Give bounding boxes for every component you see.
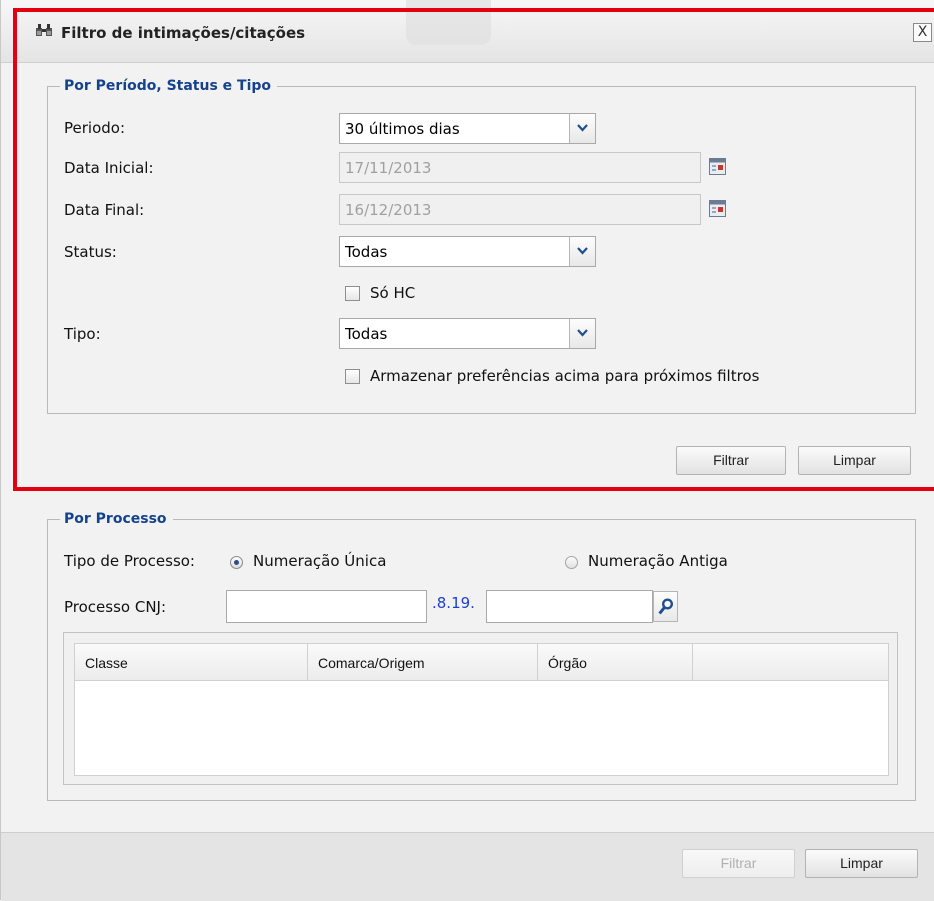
status-select[interactable]: Todas	[339, 236, 596, 267]
data-final-label: Data Final:	[64, 201, 145, 219]
grid-column-classe-label: Classe	[85, 655, 128, 671]
grid-column-comarca-origem[interactable]: Comarca/Origem	[308, 644, 538, 680]
data-inicial-label: Data Inicial:	[64, 159, 154, 177]
data-inicial-value: 17/11/2013	[345, 159, 432, 177]
tipo-processo-label: Tipo de Processo:	[64, 552, 195, 570]
data-final-field[interactable]: 16/12/2013	[339, 194, 701, 225]
calendar-icon[interactable]	[709, 158, 726, 175]
period-status-type-legend: Por Período, Status e Tipo	[60, 78, 278, 94]
filter-dialog: Filtro de intimações/citações X Por Perí…	[0, 0, 934, 901]
chevron-down-icon	[577, 124, 588, 132]
so-hc-label: Só HC	[370, 284, 416, 302]
tipo-dropdown-trigger[interactable]	[569, 319, 595, 348]
grid-column-orgao-label: Órgão	[548, 655, 587, 671]
dialog-title: Filtro de intimações/citações	[61, 24, 306, 42]
periodo-dropdown-trigger[interactable]	[569, 114, 595, 143]
data-inicial-field[interactable]: 17/11/2013	[339, 152, 701, 183]
processo-cnj-input-part1[interactable]	[226, 590, 427, 623]
processos-grid-header: Classe Comarca/Origem Órgão	[75, 644, 888, 681]
status-dropdown-trigger[interactable]	[569, 237, 595, 266]
search-icon	[658, 598, 674, 615]
cnj-infix-text: .8.19.	[432, 594, 475, 612]
armazenar-preferencias-label: Armazenar preferências acima para próxim…	[370, 367, 760, 385]
status-select-value: Todas	[345, 243, 388, 261]
chevron-down-icon	[577, 329, 588, 337]
periodo-select-value: 30 últimos dias	[345, 120, 460, 138]
armazenar-preferencias-checkbox[interactable]	[345, 369, 360, 384]
processo-cnj-label: Processo CNJ:	[64, 598, 167, 616]
limpar-button-bottom[interactable]: Limpar	[805, 849, 918, 878]
binoculars-icon	[35, 22, 53, 42]
data-final-value: 16/12/2013	[345, 201, 432, 219]
filtrar-button-bottom[interactable]: Filtrar	[682, 849, 795, 878]
processo-cnj-input-part2[interactable]	[486, 590, 653, 623]
chevron-down-icon	[577, 247, 588, 255]
processos-grid: Classe Comarca/Origem Órgão	[63, 632, 898, 785]
limpar-button-top[interactable]: Limpar	[798, 446, 911, 475]
search-button[interactable]	[653, 591, 678, 622]
periodo-select[interactable]: 30 últimos dias	[339, 113, 596, 144]
titlebar-tab-shade	[406, 0, 491, 45]
periodo-label: Periodo:	[64, 119, 126, 137]
grid-column-classe[interactable]: Classe	[75, 644, 308, 680]
numeracao-unica-radio[interactable]	[230, 556, 243, 569]
status-label: Status:	[64, 243, 117, 261]
grid-column-comarca-origem-label: Comarca/Origem	[318, 655, 425, 671]
tipo-select-value: Todas	[345, 325, 388, 343]
numeracao-antiga-label: Numeração Antiga	[588, 552, 728, 570]
por-processo-legend: Por Processo	[60, 511, 173, 527]
processos-grid-body: Classe Comarca/Origem Órgão	[74, 643, 889, 776]
calendar-icon[interactable]	[709, 200, 726, 217]
tipo-select[interactable]: Todas	[339, 318, 596, 349]
so-hc-checkbox[interactable]	[345, 286, 360, 301]
close-icon: X	[917, 24, 928, 40]
dialog-titlebar[interactable]: Filtro de intimações/citações X	[1, 0, 934, 63]
filtrar-button-top[interactable]: Filtrar	[676, 446, 786, 475]
grid-column-orgao[interactable]: Órgão	[538, 644, 693, 680]
close-button[interactable]: X	[913, 23, 932, 42]
numeracao-antiga-radio[interactable]	[565, 556, 578, 569]
numeracao-unica-label: Numeração Única	[253, 552, 387, 570]
tipo-label: Tipo:	[64, 325, 101, 343]
grid-column-extra[interactable]	[693, 644, 888, 680]
